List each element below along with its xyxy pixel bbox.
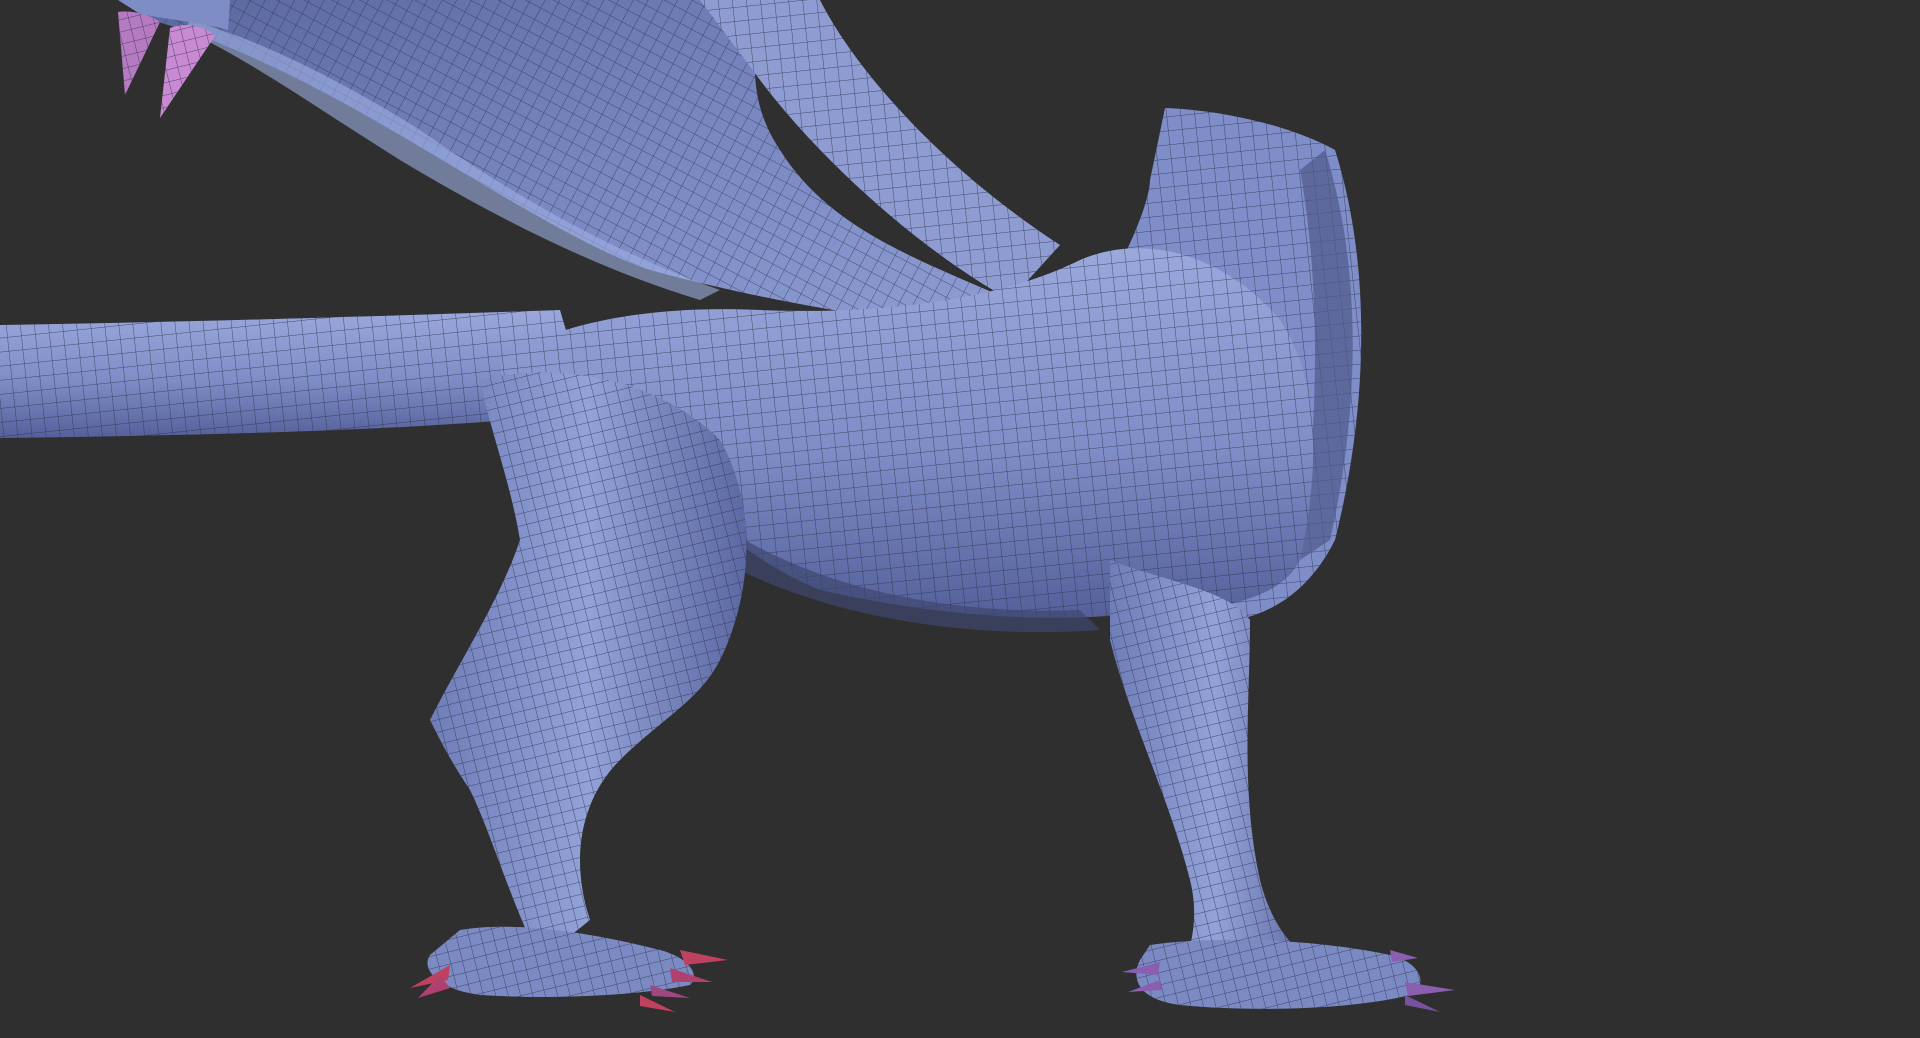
hind-leg [427, 372, 747, 997]
horn-tips [118, 0, 230, 118]
dragon-mesh-render [0, 0, 1455, 1012]
front-leg [1110, 560, 1421, 1009]
wing [150, 0, 1060, 330]
3d-viewport[interactable] [0, 0, 1920, 1038]
